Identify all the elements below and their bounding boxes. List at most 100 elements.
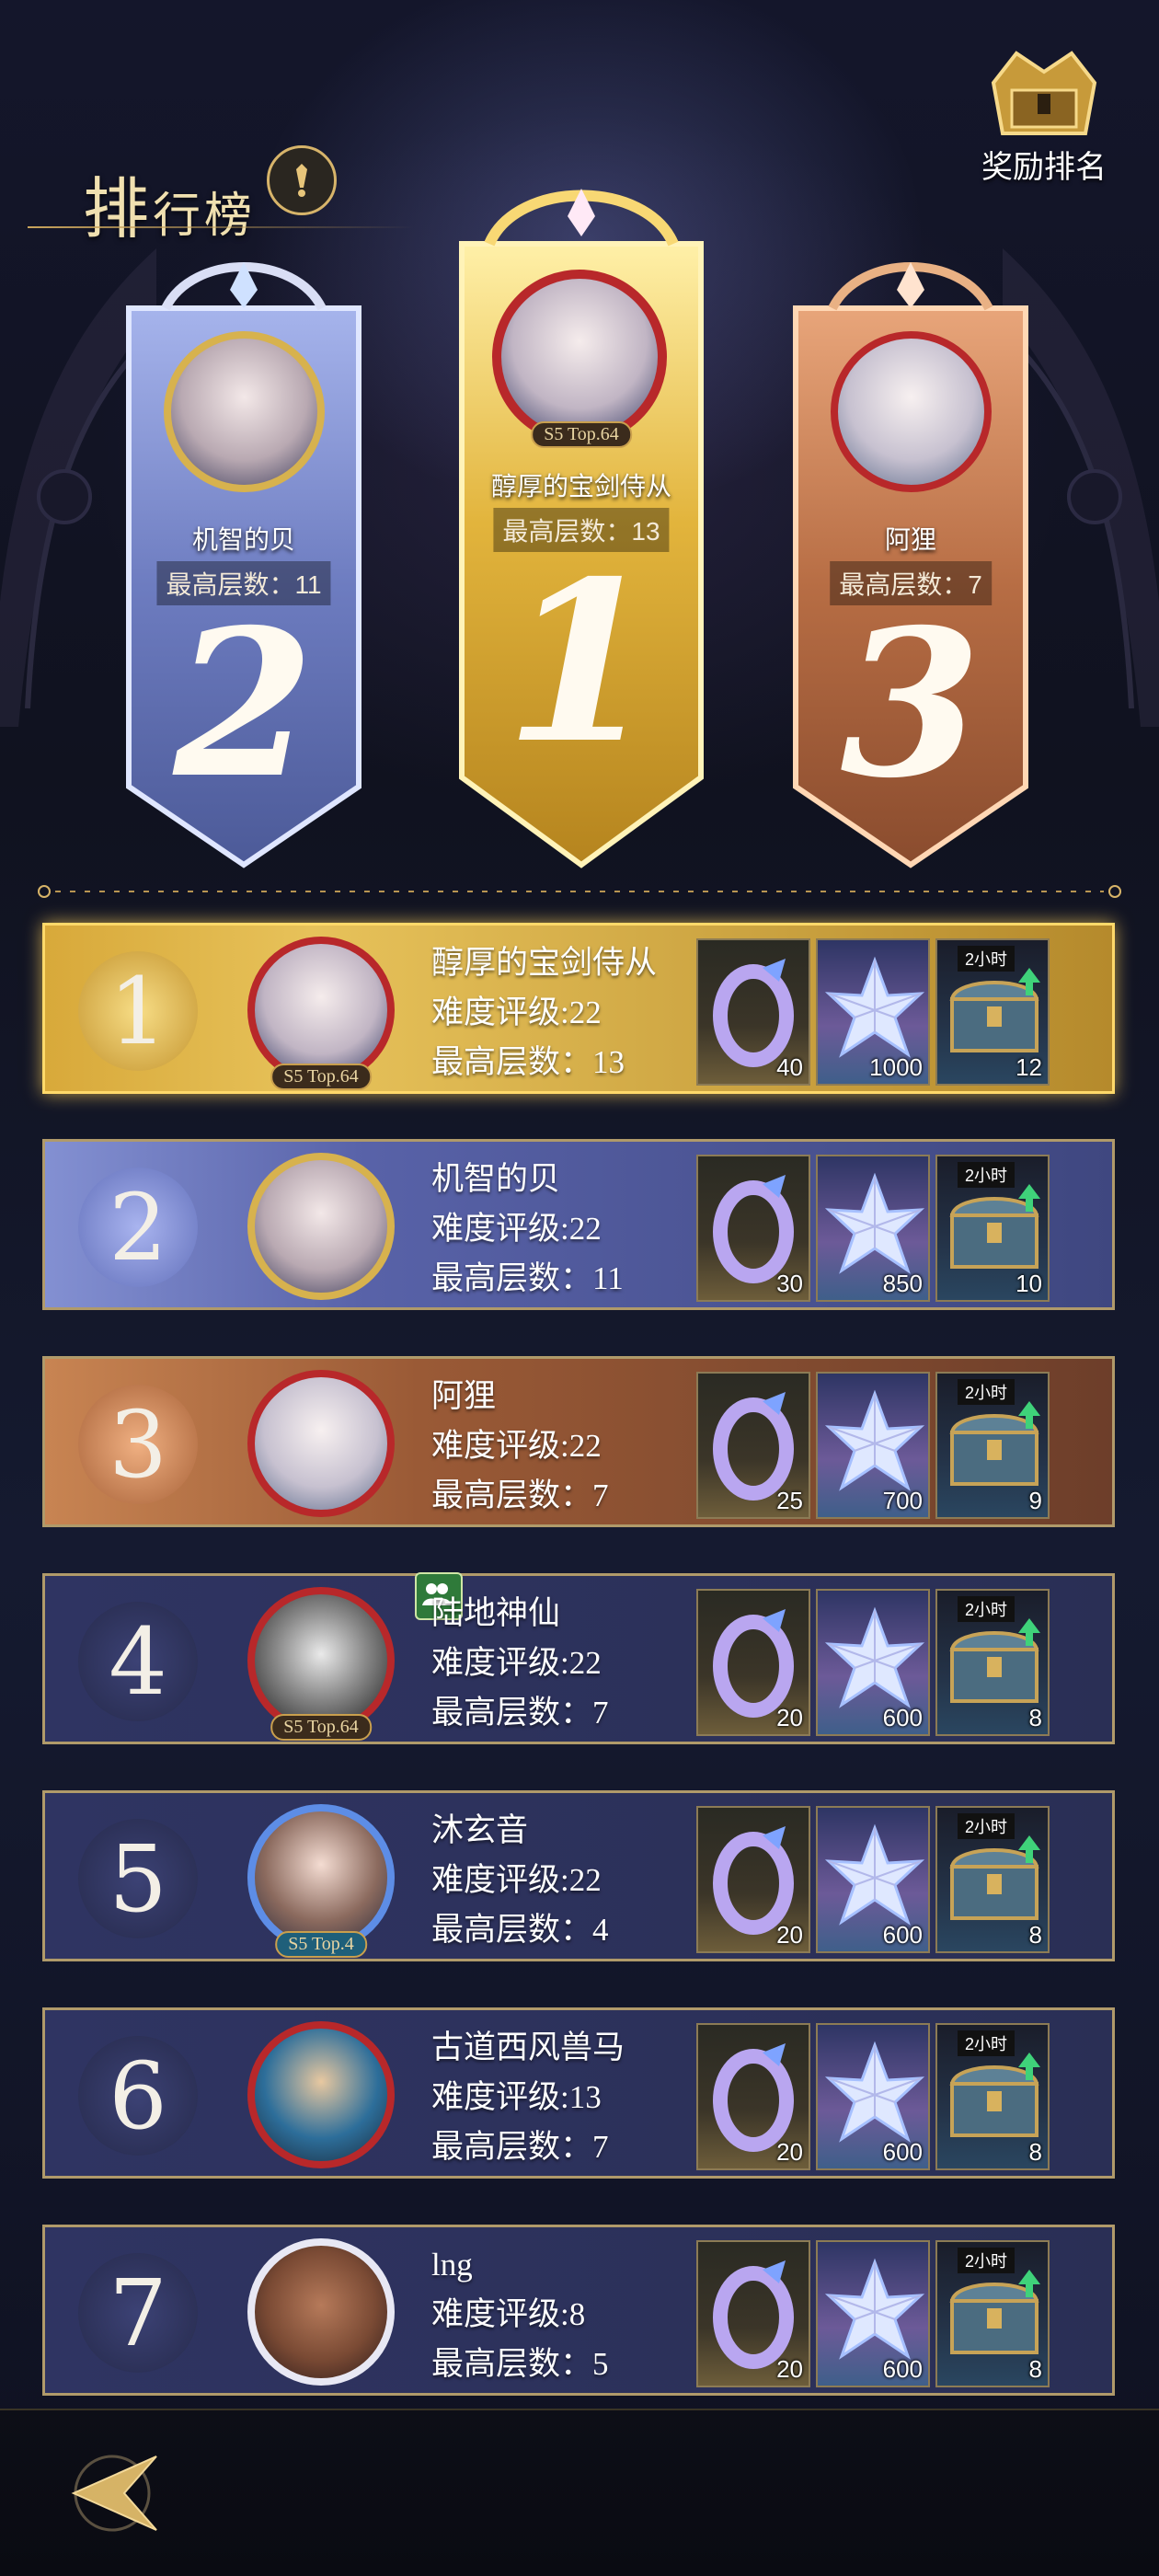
reward-ring[interactable]: 30 <box>696 1155 810 1302</box>
ranking-row[interactable]: 5 S5 Top.4 沐玄音 难度评级:22 最高层数：4 20 600 2小时… <box>42 1790 1115 1961</box>
reward-ring[interactable]: 20 <box>696 2240 810 2387</box>
player-avatar[interactable] <box>247 2238 395 2386</box>
reward-crystal-count: 600 <box>882 2355 923 2383</box>
chest-duration-tag: 2小时 <box>958 2248 1016 2273</box>
player-avatar[interactable] <box>247 1804 395 1951</box>
page-title: 排行榜 <box>83 155 256 251</box>
reward-crystal[interactable]: 850 <box>816 1155 930 1302</box>
player-name: 阿狸 <box>431 1378 497 1414</box>
reward-crystal-count: 600 <box>882 2138 923 2166</box>
difficulty-rating: 难度评级:22 <box>431 1862 602 1898</box>
reward-ring-count: 20 <box>776 2355 803 2383</box>
treasure-chest-icon <box>991 51 1097 135</box>
reward-ring-count: 40 <box>776 1053 803 1081</box>
reward-chest-count: 9 <box>1028 1487 1042 1514</box>
chest-duration-tag: 2小时 <box>958 1596 1016 1622</box>
section-divider <box>38 885 1121 898</box>
chest-duration-tag: 2小时 <box>958 1813 1016 1839</box>
reward-ring[interactable]: 20 <box>696 1589 810 1736</box>
player-info: lng 难度评级:8 最高层数：5 <box>431 2240 609 2389</box>
reward-ring[interactable]: 40 <box>696 938 810 1086</box>
chest-duration-tag: 2小时 <box>958 1162 1016 1188</box>
reward-chest[interactable]: 2小时 8 <box>935 1589 1050 1736</box>
player-name: 醇厚的宝剑侍从 <box>431 945 658 981</box>
reward-crystal[interactable]: 600 <box>816 1589 930 1736</box>
ranking-row[interactable]: 7 lng 难度评级:8 最高层数：5 20 600 2小时 8 <box>42 2225 1115 2396</box>
reward-ring[interactable]: 25 <box>696 1372 810 1519</box>
podium-rank-3[interactable]: 阿狸 最高层数：7 3 <box>777 244 1044 869</box>
player-info: 古道西风兽马 难度评级:13 最高层数：7 <box>431 2023 625 2172</box>
reward-chest-count: 8 <box>1028 1921 1042 1949</box>
player-name: lng <box>431 2247 473 2283</box>
podium-rank-number-2: 2 <box>173 584 315 822</box>
reward-crystal[interactable]: 600 <box>816 2023 930 2170</box>
ranking-row[interactable]: 3 阿狸 难度评级:22 最高层数：7 25 700 2小时 9 <box>42 1356 1115 1527</box>
podium-avatar-1 <box>492 270 667 444</box>
rules-info-button[interactable] <box>267 145 337 215</box>
max-floor: 最高层数：11 <box>431 1260 624 1296</box>
reward-chest[interactable]: 2小时 8 <box>935 2023 1050 2170</box>
player-avatar[interactable] <box>247 2021 395 2168</box>
back-arrow-icon[interactable] <box>55 2447 166 2539</box>
reward-ring[interactable]: 20 <box>696 2023 810 2170</box>
reward-crystal[interactable]: 700 <box>816 1372 930 1519</box>
reward-ranking-button[interactable]: 奖励排名 <box>966 46 1122 187</box>
leaderboard-screen: 排行榜 奖励排名 机智的贝 最高层数：11 2 S5 Top.64 醇厚的宝剑侍… <box>0 0 1159 2576</box>
rank-number: 1 <box>78 951 198 1071</box>
player-info: 阿狸 难度评级:22 最高层数：7 <box>431 1372 609 1521</box>
page-title-first-char: 排 <box>83 170 154 247</box>
reward-chest[interactable]: 2小时 8 <box>935 2240 1050 2387</box>
ranking-row[interactable]: 1 S5 Top.64 醇厚的宝剑侍从 难度评级:22 最高层数：13 40 1… <box>42 923 1115 1094</box>
ranking-row[interactable]: 6 古道西风兽马 难度评级:13 最高层数：7 20 600 2小时 8 <box>42 2007 1115 2179</box>
player-avatar[interactable] <box>247 937 395 1084</box>
reward-chest-count: 12 <box>1016 1053 1042 1081</box>
max-floor: 最高层数：4 <box>431 1912 609 1948</box>
rank-number: 7 <box>78 2253 198 2373</box>
player-info: 陆地神仙 难度评级:22 最高层数：7 <box>431 1589 609 1738</box>
reward-crystal[interactable]: 600 <box>816 1806 930 1953</box>
podium-avatar-2 <box>164 331 325 492</box>
podium-rank-number-3: 3 <box>840 584 981 822</box>
chest-duration-tag: 2小时 <box>958 946 1016 972</box>
player-info: 醇厚的宝剑侍从 难度评级:22 最高层数：13 <box>431 938 657 1087</box>
reward-crystal-count: 700 <box>882 1487 923 1514</box>
reward-crystal[interactable]: 1000 <box>816 938 930 1086</box>
player-info: 沐玄音 难度评级:22 最高层数：4 <box>431 1806 609 1955</box>
season-badge: S5 Top.64 <box>270 1714 372 1741</box>
reward-crystal[interactable]: 600 <box>816 2240 930 2387</box>
reward-ring-count: 30 <box>776 1270 803 1297</box>
reward-chest-count: 10 <box>1016 1270 1042 1297</box>
player-avatar[interactable] <box>247 1370 395 1517</box>
reward-crystal-count: 600 <box>882 1921 923 1949</box>
chest-duration-tag: 2小时 <box>958 2030 1016 2056</box>
reward-crystal-count: 850 <box>882 1270 923 1297</box>
difficulty-rating: 难度评级:22 <box>431 1211 602 1247</box>
player-avatar[interactable] <box>247 1153 395 1300</box>
podium-season-badge-1: S5 Top.64 <box>531 421 632 448</box>
podium-rank-1[interactable]: S5 Top.64 醇厚的宝剑侍从 最高层数：13 1 <box>443 179 719 869</box>
difficulty-rating: 难度评级:8 <box>431 2296 586 2332</box>
ranking-row[interactable]: 2 机智的贝 难度评级:22 最高层数：11 30 850 2小时 10 <box>42 1139 1115 1310</box>
reward-crystal-count: 1000 <box>869 1053 923 1081</box>
podium-avatar-3 <box>831 331 992 492</box>
reward-chest-count: 8 <box>1028 2355 1042 2383</box>
max-floor: 最高层数：7 <box>431 1695 609 1731</box>
reward-chest[interactable]: 2小时 9 <box>935 1372 1050 1519</box>
reward-chest[interactable]: 2小时 10 <box>935 1155 1050 1302</box>
bottom-bar <box>0 2409 1159 2576</box>
difficulty-rating: 难度评级:22 <box>431 1428 602 1464</box>
podium-rank-2[interactable]: 机智的贝 最高层数：11 2 <box>110 244 377 869</box>
max-floor: 最高层数：7 <box>431 1478 609 1513</box>
podium-rank-number-1: 1 <box>504 533 659 792</box>
player-avatar[interactable] <box>247 1587 395 1734</box>
ranking-row[interactable]: 4 S5 Top.64 陆地神仙 难度评级:22 最高层数：7 20 600 2… <box>42 1572 1115 1744</box>
season-badge: S5 Top.4 <box>275 1931 367 1958</box>
difficulty-rating: 难度评级:22 <box>431 995 602 1030</box>
reward-chest-count: 8 <box>1028 1704 1042 1731</box>
player-info: 机智的贝 难度评级:22 最高层数：11 <box>431 1155 624 1304</box>
reward-ring[interactable]: 20 <box>696 1806 810 1953</box>
season-badge: S5 Top.64 <box>270 1064 372 1090</box>
reward-chest[interactable]: 2小时 12 <box>935 938 1050 1086</box>
page-title-rest: 行榜 <box>153 189 257 244</box>
reward-chest[interactable]: 2小时 8 <box>935 1806 1050 1953</box>
